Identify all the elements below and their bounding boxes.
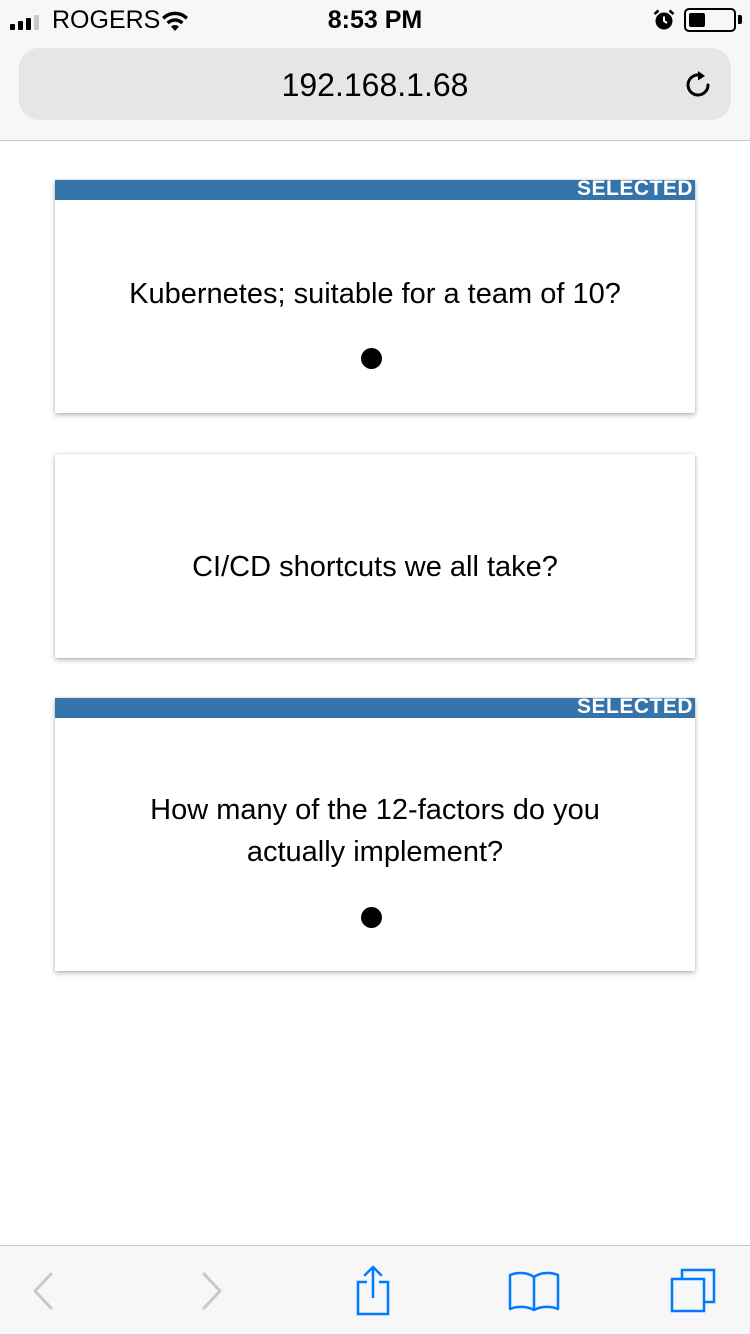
status-bar: ROGERS 8:53 PM (0, 0, 750, 40)
back-button[interactable] (3, 1246, 83, 1334)
battery-tip (738, 15, 742, 24)
bookmarks-icon (508, 1271, 560, 1311)
selected-bar: SELECTED (55, 695, 695, 718)
browser-chrome: 192.168.1.68 (0, 40, 750, 141)
back-chevron-icon (33, 1272, 53, 1309)
question-card[interactable]: SELECTED Kubernetes; suitable for a team… (55, 177, 695, 413)
url-text[interactable]: 192.168.1.68 (19, 68, 731, 102)
share-button[interactable] (333, 1246, 413, 1334)
browser-toolbar (0, 1245, 750, 1334)
question-text: Kubernetes; suitable for a team of 10? (129, 278, 621, 310)
tabs-button[interactable] (654, 1246, 734, 1334)
vote-dot (361, 348, 382, 369)
question-card[interactable]: SELECTED How many of the 12-factors do y… (55, 695, 695, 971)
vote-dot (361, 907, 382, 928)
question-text: CI/CD shortcuts we all take? (192, 551, 558, 583)
bookmarks-button[interactable] (494, 1246, 574, 1334)
forward-chevron-icon (202, 1272, 222, 1309)
share-icon (356, 1265, 390, 1315)
battery-icon (684, 8, 736, 32)
address-bar[interactable]: 192.168.1.68 (19, 48, 731, 120)
selected-bar: SELECTED (55, 177, 695, 200)
question-text: How many of the 12-factors do you actual… (150, 794, 600, 868)
tabs-icon (670, 1268, 716, 1312)
alarm-icon (653, 9, 675, 30)
reload-icon[interactable] (681, 68, 715, 102)
forward-button[interactable] (172, 1246, 252, 1334)
question-card[interactable]: CI/CD shortcuts we all take? (55, 454, 695, 658)
selected-badge: SELECTED (576, 695, 693, 718)
selected-badge: SELECTED (576, 177, 693, 200)
status-time: 8:53 PM (327, 6, 423, 34)
